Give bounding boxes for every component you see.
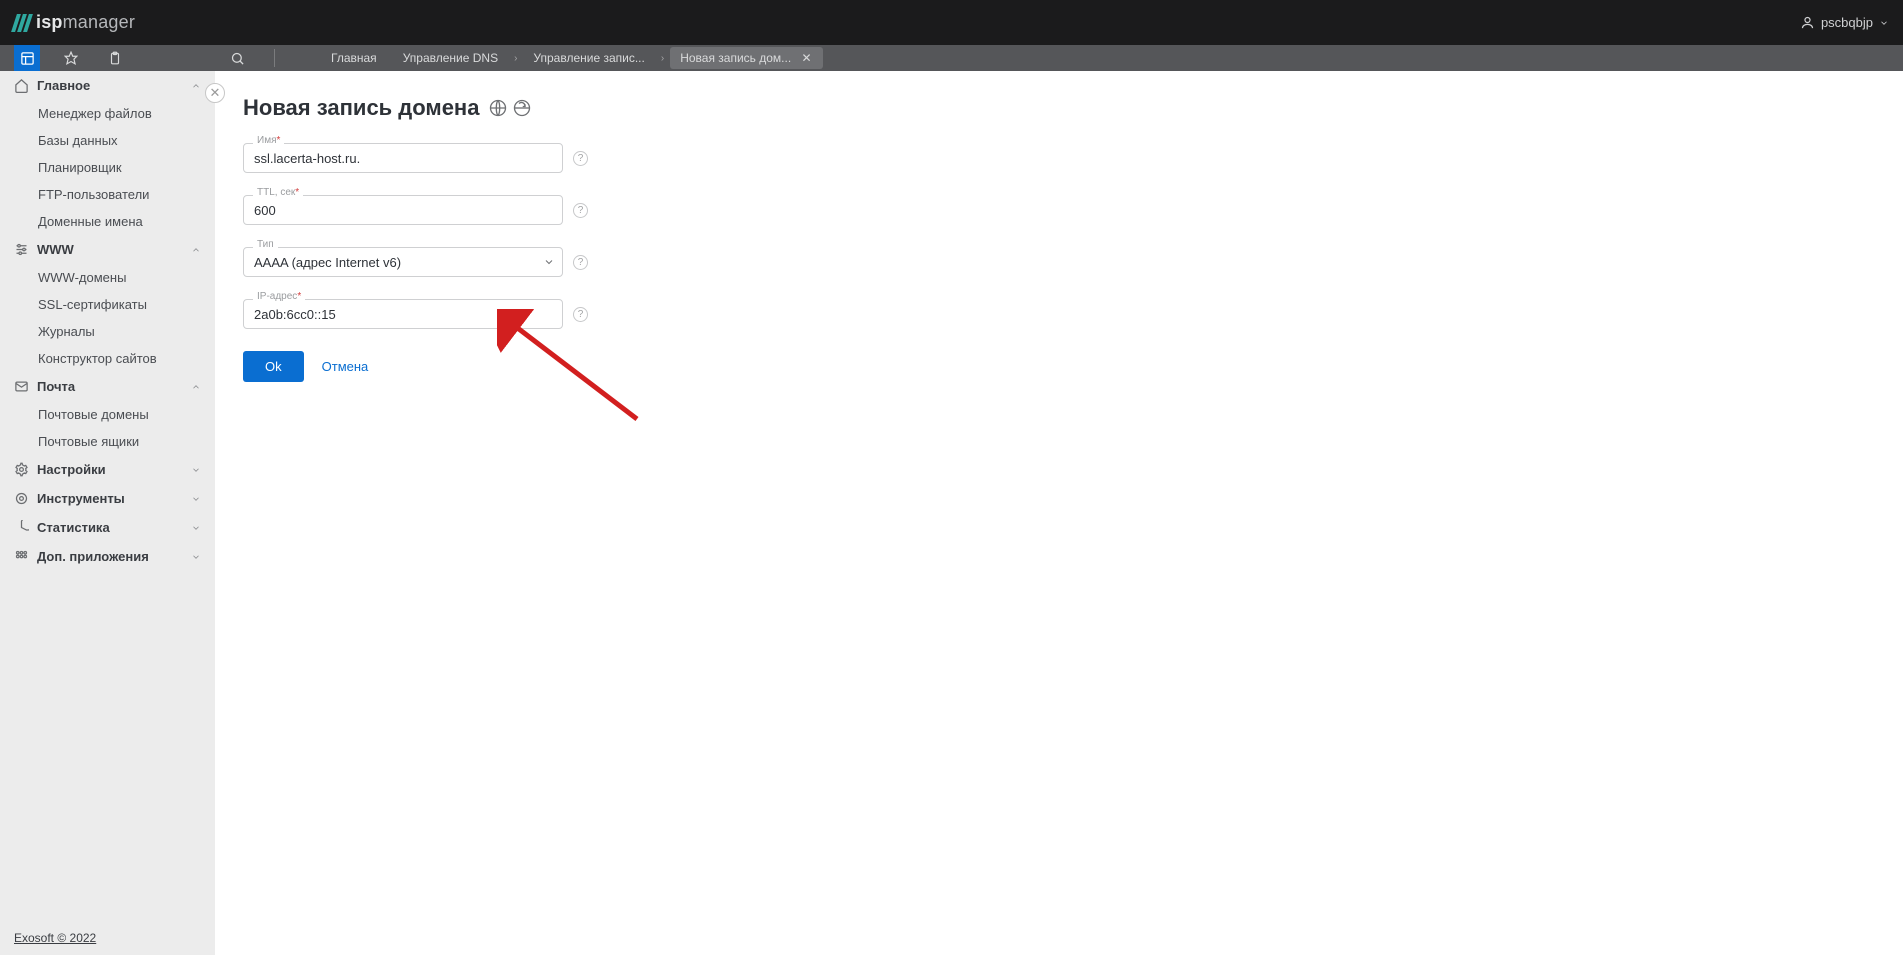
- sidebar-item[interactable]: Базы данных: [0, 127, 215, 154]
- field-type: Тип ?: [243, 247, 588, 277]
- close-tab-button[interactable]: ✕: [801, 52, 813, 64]
- logo-text: ispmanager: [36, 12, 135, 33]
- clipboard-icon: [108, 51, 122, 65]
- sidebar-group-настройки[interactable]: Настройки: [0, 455, 215, 484]
- sidebar-item[interactable]: Почтовые домены: [0, 401, 215, 428]
- search-icon: [230, 51, 245, 66]
- sidebar-item[interactable]: WWW-домены: [0, 264, 215, 291]
- sidebar: ✕ ГлавноеМенеджер файловБазы данныхПлани…: [0, 71, 215, 955]
- ok-button[interactable]: Ok: [243, 351, 304, 382]
- name-input[interactable]: [243, 143, 563, 173]
- breadcrumb-item[interactable]: Главная: [321, 47, 387, 69]
- help-icon[interactable]: ?: [573, 203, 588, 218]
- ttl-input[interactable]: [243, 195, 563, 225]
- field-type-label: Тип: [253, 239, 278, 250]
- breadcrumb-separator: ›: [661, 53, 664, 64]
- sidebar-item[interactable]: Почтовые ящики: [0, 428, 215, 455]
- sidebar-item[interactable]: Доменные имена: [0, 208, 215, 235]
- sidebar-group-почта[interactable]: Почта: [0, 372, 215, 401]
- page-title: Новая запись домена: [243, 95, 479, 121]
- sidebar-item[interactable]: Журналы: [0, 318, 215, 345]
- sidebar-group-label: Настройки: [37, 462, 106, 477]
- sidebar-group-статистика[interactable]: Статистика: [0, 513, 215, 542]
- field-ttl: TTL, сек* ?: [243, 195, 588, 225]
- sidebar-group-label: Статистика: [37, 520, 110, 535]
- search-button[interactable]: [224, 45, 250, 71]
- app-header: ispmanager pscbqbjp: [0, 0, 1903, 45]
- sidebar-group-инструменты[interactable]: Инструменты: [0, 484, 215, 513]
- globe-icon[interactable]: [489, 99, 507, 117]
- sidebar-collapse-button[interactable]: ✕: [205, 83, 225, 103]
- logo-bars-icon: [14, 14, 30, 32]
- chevron-down-icon: [1879, 18, 1889, 28]
- sidebar-group-label: WWW: [37, 242, 74, 257]
- breadcrumb-item-active[interactable]: Новая запись дом... ✕: [670, 47, 822, 69]
- star-icon: [64, 51, 78, 65]
- help-icon[interactable]: ?: [573, 151, 588, 166]
- toolbar-separator: [274, 49, 275, 67]
- favorites-button[interactable]: [58, 45, 84, 71]
- sidebar-item[interactable]: Планировщик: [0, 154, 215, 181]
- sidebar-group-доп. приложения[interactable]: Доп. приложения: [0, 542, 215, 571]
- sidebar-group-label: Почта: [37, 379, 75, 394]
- toolbar: Главная Управление DNS › Управление запи…: [0, 45, 1903, 71]
- field-name: Имя* ?: [243, 143, 588, 173]
- main-content: Новая запись домена Имя* ? TTL, сек* ?: [215, 71, 1903, 955]
- user-icon: [1800, 15, 1815, 30]
- breadcrumb-active-label: Новая запись дом...: [680, 51, 791, 65]
- user-menu[interactable]: pscbqbjp: [1800, 15, 1889, 30]
- sidebar-item[interactable]: Менеджер файлов: [0, 100, 215, 127]
- panel-icon: [20, 51, 35, 66]
- panel-toggle-button[interactable]: [14, 45, 40, 71]
- breadcrumb-item[interactable]: Управление DNS: [393, 47, 508, 69]
- field-ip-label: IP-адрес*: [253, 291, 305, 302]
- sidebar-group-главное[interactable]: Главное: [0, 71, 215, 100]
- type-select[interactable]: [243, 247, 563, 277]
- field-ip: IP-адрес* ?: [243, 299, 588, 329]
- help-icon[interactable]: ?: [573, 255, 588, 270]
- app-logo[interactable]: ispmanager: [14, 12, 135, 33]
- sidebar-group-www[interactable]: WWW: [0, 235, 215, 264]
- sidebar-group-label: Доп. приложения: [37, 549, 149, 564]
- field-ttl-label: TTL, сек*: [253, 187, 303, 198]
- breadcrumb-separator: ›: [514, 53, 517, 64]
- field-name-label: Имя*: [253, 135, 284, 146]
- globe-refresh-icon[interactable]: [513, 99, 531, 117]
- copyright-link[interactable]: Exosoft © 2022: [0, 921, 215, 955]
- sidebar-group-label: Инструменты: [37, 491, 125, 506]
- breadcrumbs: Главная Управление DNS › Управление запи…: [321, 47, 823, 69]
- breadcrumb-item[interactable]: Управление запис...: [523, 47, 654, 69]
- sidebar-item[interactable]: FTP-пользователи: [0, 181, 215, 208]
- sidebar-item[interactable]: Конструктор сайтов: [0, 345, 215, 372]
- help-icon[interactable]: ?: [573, 307, 588, 322]
- sidebar-group-label: Главное: [37, 78, 90, 93]
- username-label: pscbqbjp: [1821, 15, 1873, 30]
- sidebar-item[interactable]: SSL-сертификаты: [0, 291, 215, 318]
- ip-input[interactable]: [243, 299, 563, 329]
- clipboard-button[interactable]: [102, 45, 128, 71]
- cancel-button[interactable]: Отмена: [322, 359, 369, 374]
